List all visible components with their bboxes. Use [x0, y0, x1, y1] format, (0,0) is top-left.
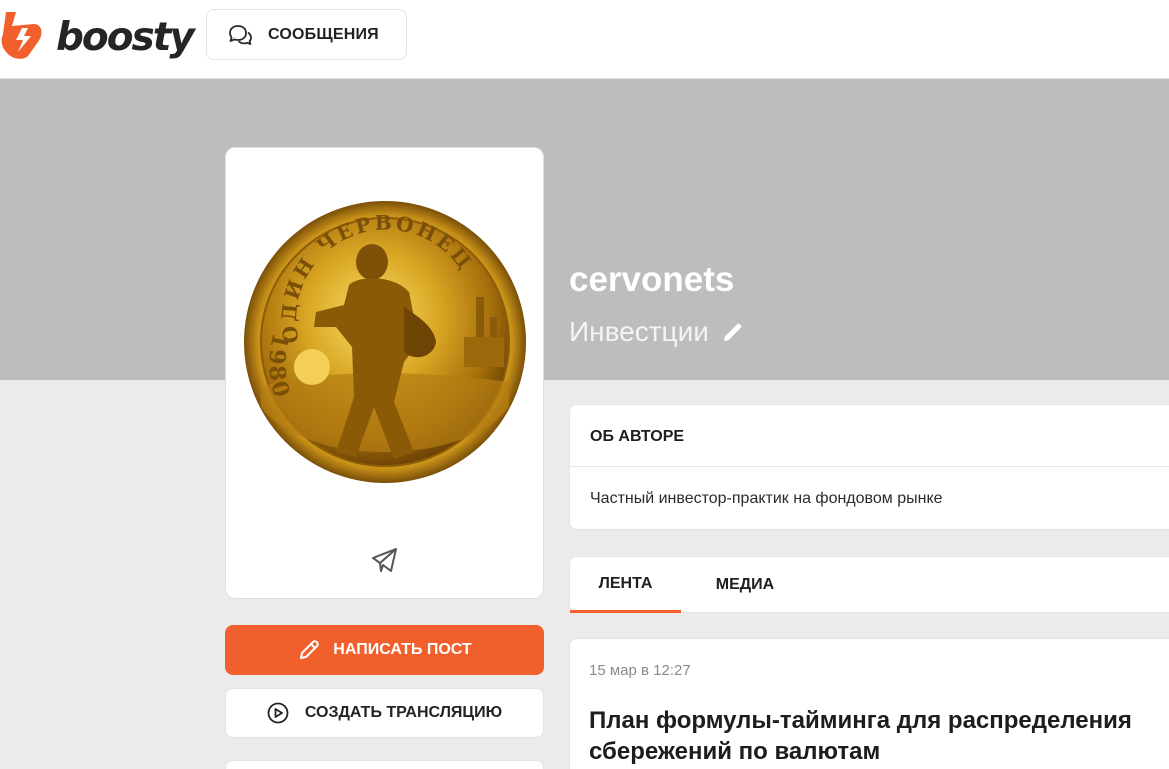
- about-text: Частный инвестор-практик на фондовом рын…: [590, 490, 943, 507]
- boosty-bolt-icon: [1, 12, 42, 59]
- play-circle-icon: [267, 701, 291, 725]
- creator-category: Инвестции: [569, 318, 747, 346]
- messages-button[interactable]: СООБЩЕНИЯ: [206, 9, 407, 60]
- post-date: 15 мар в 12:27: [589, 662, 691, 679]
- about-title: ОБ АВТОРЕ: [590, 428, 685, 445]
- divider: [570, 466, 1169, 467]
- tab-media[interactable]: МЕДИА: [696, 557, 794, 613]
- pencil-edit-icon[interactable]: [721, 319, 747, 345]
- avatar: ОДИН ЧЕРВОНЕЦ 1980: [244, 167, 526, 517]
- post-title[interactable]: План формулы-тайминга для распределения …: [589, 705, 1169, 767]
- create-stream-button[interactable]: СОЗДАТЬ ТРАНСЛЯЦИЮ: [225, 688, 544, 738]
- pencil-icon: [297, 638, 321, 662]
- messages-label: СООБЩЕНИЯ: [268, 25, 379, 43]
- about-author-card: ОБ АВТОРЕ Частный инвестор-практик на фо…: [569, 404, 1169, 530]
- write-post-button[interactable]: НАПИСАТЬ ПОСТ: [225, 625, 544, 675]
- creator-name: cervonets: [569, 260, 735, 299]
- content-tabs: ЛЕНТА МЕДИА: [569, 556, 1169, 613]
- telegram-icon[interactable]: [369, 544, 401, 576]
- chat-bubbles-icon: [227, 22, 253, 48]
- post-card: 15 мар в 12:27 План формулы-тайминга для…: [569, 638, 1169, 769]
- brand-wordmark: boosty: [56, 15, 195, 60]
- tab-feed[interactable]: ЛЕНТА: [570, 557, 681, 613]
- page: boosty СООБЩЕНИЯ cervonets Инвестции ОДИ…: [0, 0, 1169, 769]
- gold-coin-image: ОДИН ЧЕРВОНЕЦ 1980: [244, 167, 526, 517]
- top-header: boosty СООБЩЕНИЯ: [0, 0, 1169, 79]
- profile-card: ОДИН ЧЕРВОНЕЦ 1980: [225, 147, 544, 599]
- create-stream-label: СОЗДАТЬ ТРАНСЛЯЦИЮ: [304, 704, 503, 721]
- boosty-logo[interactable]: boosty: [0, 8, 195, 60]
- write-post-label: НАПИСАТЬ ПОСТ: [333, 641, 472, 658]
- next-card-edge: [225, 760, 544, 769]
- creator-category-label: Инвестции: [569, 316, 709, 347]
